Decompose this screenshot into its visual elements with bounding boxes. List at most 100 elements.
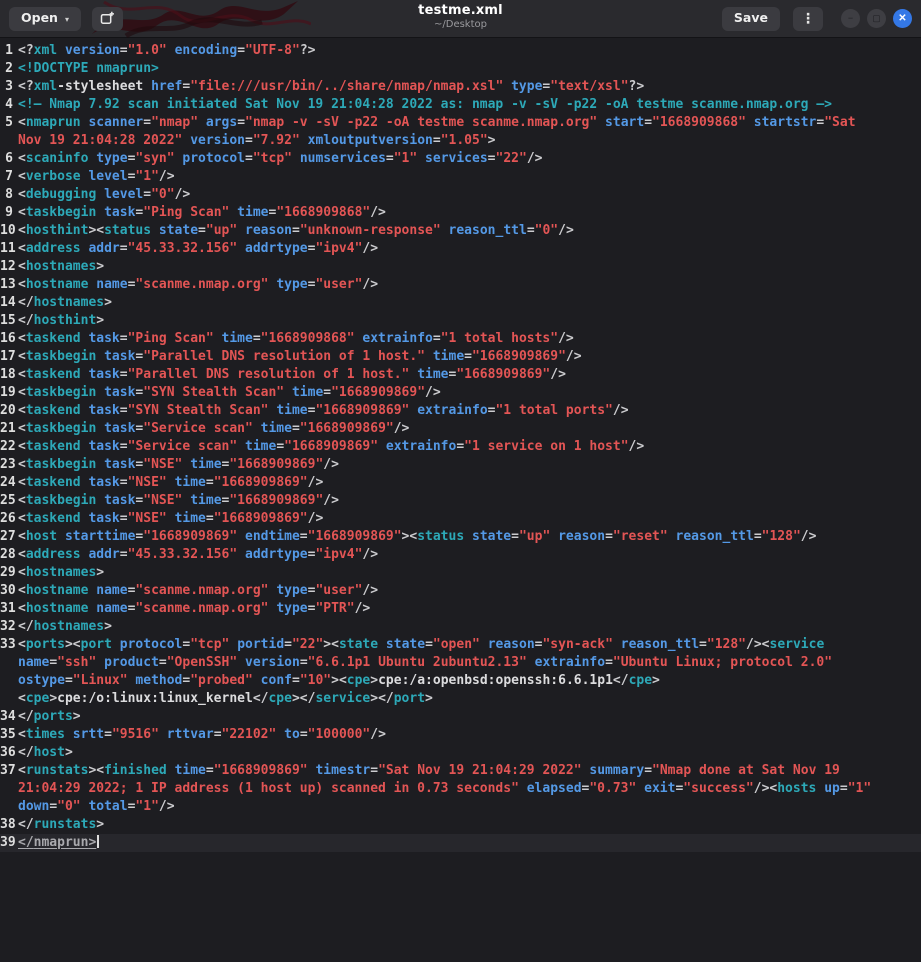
line-number: 18 (0, 367, 16, 382)
syntax-token: "tcp" (252, 151, 292, 166)
syntax-token: "1668909869" (229, 457, 324, 472)
code-text: <taskbegin task="Ping Scan" time="166890… (18, 204, 921, 222)
syntax-token (198, 115, 206, 130)
code-line[interactable]: 33 <ports><port protocol="tcp" portid="22… (0, 636, 921, 708)
header-bar[interactable]: Open ▾ testme.xml ~/Desktop Save ⋮ − ▢ ✕ (0, 0, 921, 38)
syntax-token: "Linux" (72, 673, 128, 688)
code-line[interactable]: 22 <taskend task="Service scan" time="166… (0, 438, 921, 456)
code-line[interactable]: 28 <address addr="45.33.32.156" addrtype=… (0, 546, 921, 564)
syntax-token: "1668909869" (229, 493, 324, 508)
syntax-token: = (839, 781, 848, 796)
syntax-token: "file:///usr/bin/../share/nmap/nmap.xsl" (190, 79, 504, 94)
syntax-token (597, 115, 605, 130)
syntax-token: < (18, 511, 26, 526)
syntax-token: /> (323, 493, 339, 508)
code-text: <address addr="45.33.32.156" addrtype="i… (18, 546, 921, 564)
syntax-token: = (119, 403, 128, 418)
code-text: <?xml version="1.0" encoding="UTF-8"?> (18, 42, 921, 60)
new-tab-button[interactable] (91, 6, 123, 31)
syntax-token: < (18, 529, 26, 544)
code-line[interactable]: 7 <verbose level="1"/> (0, 168, 921, 186)
code-line[interactable]: 38 </runstats> (0, 816, 921, 834)
code-line[interactable]: 2 <!DOCTYPE nmaprun> (0, 60, 921, 78)
syntax-token: ?> (628, 79, 645, 94)
line-number: 15 (0, 313, 16, 328)
code-line[interactable]: 15 </hosthint> (0, 312, 921, 330)
line-number: 19 (0, 385, 16, 400)
code-line[interactable]: 34 </ports> (0, 708, 921, 726)
maximize-button[interactable]: ▢ (867, 9, 886, 28)
code-line[interactable]: 4 <!— Nmap 7.92 scan initiated Sat Nov 19… (0, 96, 921, 114)
code-line[interactable]: 16 <taskend task="Ping Scan" time="166890… (0, 330, 921, 348)
code-line[interactable]: 30 <hostname name="scanme.nmap.org" type=… (0, 582, 921, 600)
syntax-token: < (96, 223, 105, 238)
syntax-token: "OpenSSH" (166, 655, 238, 670)
close-icon: ✕ (898, 12, 907, 24)
code-line[interactable]: 10 <hosthint><status state="up" reason="u… (0, 222, 921, 240)
code-text: </hosthint> (18, 312, 921, 330)
code-line[interactable]: 24 <taskend task="NSE" time="1668909869"/… (0, 474, 921, 492)
syntax-token: "up" (518, 529, 551, 544)
code-text: <verbose level="1"/> (18, 168, 921, 186)
code-line[interactable]: 17 <taskbegin task = "Parallel DNS resoluti… (0, 348, 921, 366)
code-editor[interactable]: 1 <?xml version="1.0" encoding="UTF-8"?> 2… (0, 38, 921, 962)
code-line[interactable]: 29 <hostnames> (0, 564, 921, 582)
code-line[interactable]: 27 <host starttime="1668909869" endtime="… (0, 528, 921, 546)
code-line[interactable]: 23 <taskbegin task="NSE" time="1668909869… (0, 456, 921, 474)
syntax-token: "ipv4" (315, 547, 363, 562)
syntax-token (57, 43, 65, 58)
syntax-token: "1668909869" (213, 511, 308, 526)
syntax-token: > (425, 691, 433, 706)
syntax-token: down (18, 799, 50, 814)
menu-button[interactable]: ⋮ (793, 6, 823, 31)
code-line[interactable]: 8 <debugging level="0"/> (0, 186, 921, 204)
syntax-token: > (331, 673, 339, 688)
syntax-token: /> (362, 547, 379, 562)
code-line[interactable]: 11 <address addr="45.33.32.156" addrtype=… (0, 240, 921, 258)
code-line[interactable]: 39 </nmaprun> (0, 834, 921, 852)
syntax-token (167, 43, 175, 58)
syntax-token: type (276, 601, 308, 616)
code-line[interactable]: 35 <times srtt="9516" rttvar="22102" to="… (0, 726, 921, 744)
code-line[interactable]: 21 <taskbegin task="Service scan" time="1… (0, 420, 921, 438)
code-line[interactable]: 19 <taskbegin task = "SYN Stealth Scan" tim… (0, 384, 921, 402)
code-line[interactable]: 13 <hostname name="scanme.nmap.org" type=… (0, 276, 921, 294)
syntax-token: = (370, 763, 379, 778)
syntax-token: /> (158, 799, 175, 814)
code-text: <hostname name="scanme.nmap.org" type="u… (18, 582, 921, 600)
syntax-token: < (18, 277, 26, 292)
code-line[interactable]: 26 <taskend task="NSE" time="1668909869"/… (0, 510, 921, 528)
code-line[interactable]: 31 <hostname name="scanme.nmap.org" type=… (0, 600, 921, 618)
code-line[interactable]: 5 <nmaprun scanner="nmap" args="nmap -v -… (0, 114, 921, 150)
code-line[interactable]: 36 </host> (0, 744, 921, 762)
code-line[interactable]: 9 <taskbegin task="Ping Scan" time="16689… (0, 204, 921, 222)
line-number: 7 (5, 169, 13, 184)
syntax-token: < (18, 763, 26, 778)
syntax-token (276, 727, 284, 742)
syntax-token: "100000" (307, 727, 371, 742)
syntax-token: > (64, 745, 73, 760)
code-line[interactable]: 37 <runstats><finished time="1668909869" … (0, 762, 921, 816)
minimize-button[interactable]: − (841, 9, 860, 28)
syntax-token: "unknown-response" (299, 223, 441, 238)
syntax-token: reason_ttl (675, 529, 754, 544)
code-line[interactable]: 20 <taskend task="SYN Stealth Scan" time=… (0, 402, 921, 420)
syntax-token: reason_ttl (448, 223, 527, 238)
line-number: 23 (0, 457, 16, 472)
save-button[interactable]: Save (721, 6, 780, 31)
syntax-token: reason_ttl (620, 637, 700, 652)
code-line[interactable]: 18 <taskend task="Parallel DNS resolution… (0, 366, 921, 384)
syntax-token: "0.73" (589, 781, 637, 796)
code-line[interactable]: 6 <scaninfo type="syn" protocol="tcp" num… (0, 150, 921, 168)
code-line[interactable]: 12 <hostnames> (0, 258, 921, 276)
open-button[interactable]: Open ▾ (9, 6, 81, 31)
code-line[interactable]: 32 </hostnames> (0, 618, 921, 636)
close-button[interactable]: ✕ (893, 9, 912, 28)
code-line[interactable]: 14 </hostnames> (0, 294, 921, 312)
code-line[interactable]: 3 <?xml-stylesheet href="file:///usr/bin/… (0, 78, 921, 96)
syntax-token: < (18, 493, 26, 508)
syntax-token: ostype (18, 673, 65, 688)
code-line[interactable]: 1 <?xml version="1.0" encoding="UTF-8"?> (0, 42, 921, 60)
code-line[interactable]: 25 <taskbegin task="NSE" time="1668909869… (0, 492, 921, 510)
line-number: 32 (0, 619, 16, 634)
